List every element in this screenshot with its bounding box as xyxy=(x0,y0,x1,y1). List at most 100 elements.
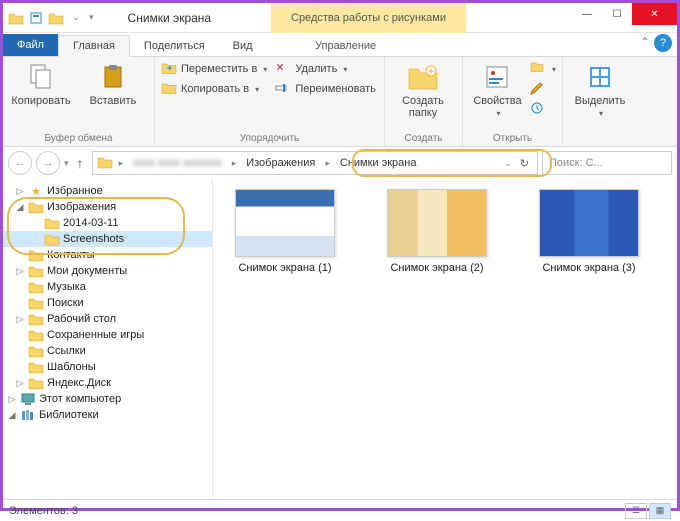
tab-view[interactable]: Вид xyxy=(219,36,267,56)
move-to-button[interactable]: Переместить в▾ xyxy=(161,61,267,77)
properties-icon[interactable] xyxy=(27,9,45,27)
thumbnail-image xyxy=(387,189,487,257)
new-folder-button[interactable]: Создать папку xyxy=(391,61,455,119)
up-button[interactable]: ↑ xyxy=(73,155,88,171)
tree-item-label: Мои документы xyxy=(47,265,127,277)
group-label-organize: Упорядочить xyxy=(161,131,378,144)
edit-icon xyxy=(530,81,546,97)
tree-item[interactable]: ▷Рабочий стол xyxy=(3,311,212,327)
tree-item-label: Яндекс.Диск xyxy=(47,377,111,389)
folder-icon xyxy=(28,328,44,342)
properties-button[interactable]: Свойства▾ xyxy=(469,61,526,118)
tab-file[interactable]: Файл xyxy=(3,34,58,56)
tree-item[interactable]: Сохраненные игры xyxy=(3,327,212,343)
new-folder-icon xyxy=(407,61,439,93)
tree-item[interactable]: Поиски xyxy=(3,295,212,311)
help-button[interactable]: ? xyxy=(654,34,672,52)
qat-more-icon[interactable]: ▾ xyxy=(89,12,94,23)
tree-item-label: Сохраненные игры xyxy=(47,329,144,341)
tree-item[interactable]: Ссылки xyxy=(3,343,212,359)
folder-icon xyxy=(28,200,44,214)
open-folder-icon[interactable] xyxy=(47,9,65,27)
folder-icon xyxy=(28,376,44,390)
tree-item[interactable]: ▷★Избранное xyxy=(3,183,212,199)
history-button[interactable] xyxy=(530,101,556,117)
open-icon xyxy=(530,61,546,77)
copy-to-icon xyxy=(161,81,177,97)
collapse-ribbon-icon[interactable]: ⌃ xyxy=(641,37,649,48)
delete-icon: ✕ xyxy=(275,61,291,77)
breadcrumb-item[interactable]: Снимки экрана xyxy=(336,157,421,169)
recent-locations-icon[interactable]: ▾ xyxy=(64,158,69,169)
tree-item[interactable]: ◢ Библиотеки xyxy=(3,407,212,423)
file-thumbnail[interactable]: Снимок экрана (2) xyxy=(373,189,501,275)
close-button[interactable]: ✕ xyxy=(632,3,677,25)
file-thumbnail[interactable]: Снимок экрана (3) xyxy=(525,189,653,275)
tree-item-label: Музыка xyxy=(47,281,86,293)
twisty-icon[interactable]: ▷ xyxy=(7,394,17,405)
twisty-icon[interactable]: ◢ xyxy=(7,410,17,421)
address-bar[interactable]: ▸ xxxx xxxx xxxxxxx ▸ Изображения ▸ Сним… xyxy=(92,151,538,175)
tree-item-label: Ссылки xyxy=(47,345,86,357)
address-dropdown-icon[interactable]: ⌄ xyxy=(500,158,516,169)
window-title: Снимки экрана xyxy=(128,11,212,25)
twisty-icon[interactable]: ◢ xyxy=(15,202,25,213)
forward-button[interactable]: → xyxy=(36,151,60,175)
twisty-icon[interactable]: ▷ xyxy=(15,314,25,325)
nav-tree: ▷★Избранное ◢ Изображения 2014-03-11 Screens… xyxy=(3,179,213,499)
tab-home[interactable]: Главная xyxy=(58,35,130,57)
open-button[interactable]: ▾ xyxy=(530,61,556,77)
tree-item[interactable]: ▷Этот компьютер xyxy=(3,391,212,407)
tree-item[interactable]: ◢ Изображения xyxy=(3,199,212,215)
undo-icon[interactable]: ⌄ xyxy=(67,9,85,27)
history-icon xyxy=(530,101,546,117)
rename-button[interactable]: Переименовать xyxy=(275,81,376,97)
lib-icon xyxy=(20,408,36,422)
tree-item-label: Избранное xyxy=(47,185,103,197)
ribbon-tabs: Файл Главная Поделиться Вид Управление ⌃… xyxy=(3,33,677,57)
tree-item[interactable]: ▷ Мои документы xyxy=(3,263,212,279)
contextual-tab-header: Средства работы с рисунками xyxy=(271,3,466,33)
tree-item-label: Screenshots xyxy=(63,233,124,245)
file-name: Снимок экрана (2) xyxy=(390,261,483,275)
tab-share[interactable]: Поделиться xyxy=(130,36,219,56)
tree-item[interactable]: Музыка xyxy=(3,279,212,295)
breadcrumb-item[interactable]: Изображения xyxy=(242,157,319,169)
folder-icon xyxy=(28,248,44,262)
twisty-icon[interactable]: ▷ xyxy=(15,266,25,277)
paste-button[interactable]: Вставить xyxy=(81,61,145,107)
twisty-icon[interactable]: ▷ xyxy=(15,378,25,389)
copy-button[interactable]: Копировать xyxy=(9,61,73,107)
maximize-button[interactable]: ☐ xyxy=(602,3,632,25)
breadcrumb-hidden[interactable]: xxxx xxxx xxxxxxx xyxy=(129,157,226,169)
search-input[interactable]: Поиск: С... xyxy=(542,151,672,175)
back-button[interactable]: ← xyxy=(8,151,32,175)
copy-to-button[interactable]: Копировать в▾ xyxy=(161,81,267,97)
tree-item-label: Изображения xyxy=(47,201,116,213)
rename-icon xyxy=(275,81,291,97)
minimize-button[interactable]: — xyxy=(572,3,602,25)
delete-button[interactable]: ✕Удалить▾ xyxy=(275,61,376,77)
tree-item[interactable]: 2014-03-11 xyxy=(3,215,212,231)
refresh-button[interactable]: ↻ xyxy=(516,157,533,170)
folder-icon xyxy=(28,360,44,374)
file-thumbnail[interactable]: Снимок экрана (1) xyxy=(221,189,349,275)
tab-manage[interactable]: Управление xyxy=(301,36,390,56)
tree-item[interactable]: ▷ Яндекс.Диск xyxy=(3,375,212,391)
select-button[interactable]: Выделить▾ xyxy=(569,61,631,118)
select-icon xyxy=(584,61,616,93)
properties-icon xyxy=(481,61,513,93)
tree-item-label: Поиски xyxy=(47,297,84,309)
search-placeholder: Поиск: С... xyxy=(549,157,603,169)
twisty-icon[interactable]: ▷ xyxy=(15,186,25,197)
tree-item[interactable]: Контакты xyxy=(3,247,212,263)
edit-button[interactable] xyxy=(530,81,556,97)
tree-item[interactable]: Шаблоны xyxy=(3,359,212,375)
ribbon: Копировать Вставить Буфер обмена Перемес… xyxy=(3,57,677,147)
folder-icon xyxy=(7,9,25,27)
tree-item[interactable]: Screenshots xyxy=(3,231,212,247)
group-label-new: Создать xyxy=(391,131,456,144)
folder-icon xyxy=(28,296,44,310)
folder-icon xyxy=(44,216,60,230)
tree-item-label: Библиотеки xyxy=(39,409,99,421)
